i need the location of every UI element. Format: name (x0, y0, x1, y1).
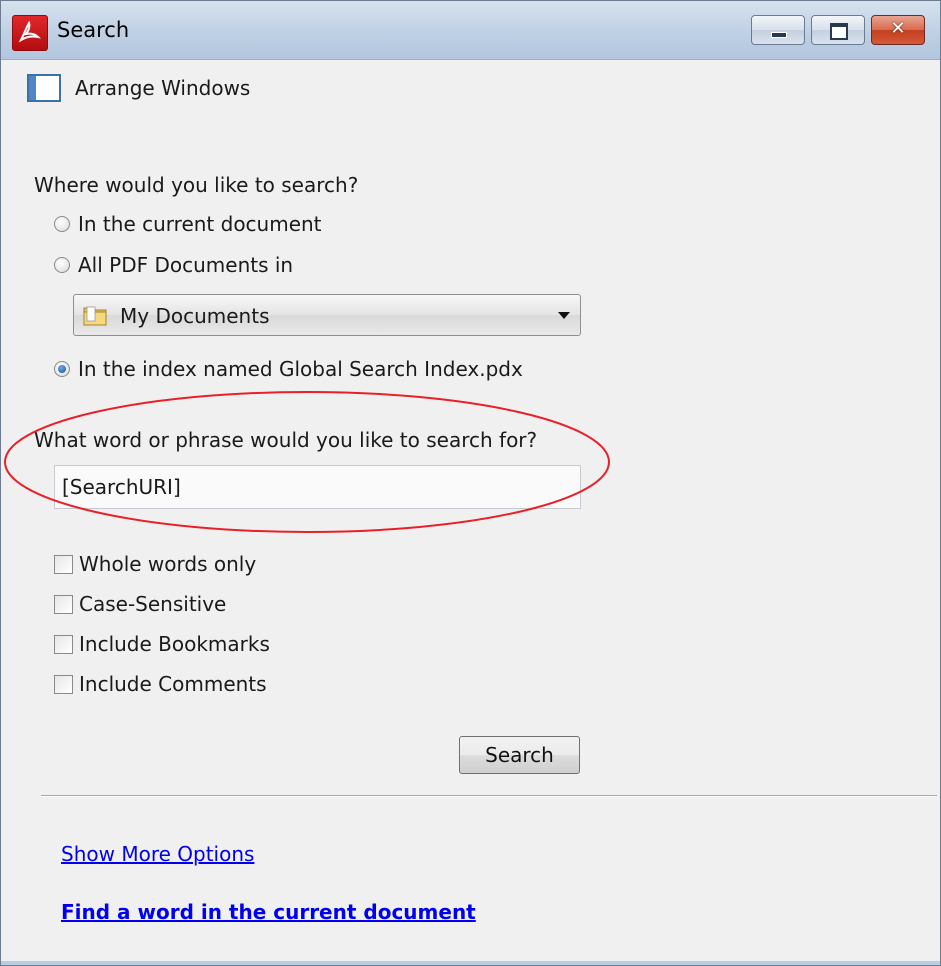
checkbox-label: Include Bookmarks (79, 632, 270, 656)
radio-index[interactable]: In the index named Global Search Index.p… (54, 357, 523, 381)
window-bottom-border (1, 961, 940, 965)
folder-dropdown[interactable]: My Documents (73, 294, 581, 336)
checkbox-label: Case-Sensitive (79, 592, 227, 616)
radio-label: All PDF Documents in (78, 253, 294, 277)
checkbox[interactable] (54, 594, 73, 614)
title-bar[interactable]: Search ✕ (1, 1, 940, 60)
search-button[interactable]: Search (459, 736, 580, 774)
phrase-question: What word or phrase would you like to se… (34, 428, 538, 452)
checkbox[interactable] (54, 554, 73, 574)
radio-label: In the current document (78, 212, 322, 236)
radio-all-pdf-documents[interactable]: All PDF Documents in (54, 253, 293, 277)
radio-current-document[interactable]: In the current document (54, 212, 322, 236)
radio-label: In the index named Global Search Index.p… (78, 357, 523, 381)
radio-button[interactable] (54, 216, 70, 232)
acrobat-icon (12, 15, 48, 51)
show-more-options-link[interactable]: Show More Options (61, 842, 254, 866)
where-question: Where would you like to search? (34, 173, 359, 197)
checkbox-include-comments[interactable]: Include Comments (54, 672, 267, 696)
find-word-link[interactable]: Find a word in the current document (61, 900, 476, 924)
arrange-windows-button[interactable]: Arrange Windows (27, 72, 250, 104)
minimize-icon (752, 16, 804, 44)
radio-button-selected[interactable] (54, 361, 70, 377)
divider (41, 795, 937, 797)
radio-button[interactable] (54, 257, 70, 273)
window-title: Search (57, 18, 130, 42)
chevron-down-icon[interactable] (558, 312, 570, 319)
search-window: Search ✕ Arrange Windows Where would you… (0, 0, 941, 966)
maximize-button[interactable] (811, 15, 865, 45)
checkbox[interactable] (54, 634, 73, 654)
checkbox-case-sensitive[interactable]: Case-Sensitive (54, 592, 226, 616)
arrange-windows-label: Arrange Windows (75, 76, 251, 100)
close-button[interactable]: ✕ (871, 15, 925, 45)
dropdown-value: My Documents (120, 304, 270, 328)
checkbox-label: Whole words only (79, 552, 257, 576)
arrange-windows-icon (27, 74, 61, 102)
checkbox[interactable] (54, 674, 73, 694)
checkbox-label: Include Comments (79, 672, 267, 696)
checkbox-whole-words[interactable]: Whole words only (54, 552, 256, 576)
search-phrase-input[interactable] (54, 465, 581, 509)
folder-icon (83, 306, 107, 326)
minimize-button[interactable] (751, 15, 805, 45)
search-panel: Arrange Windows Where would you like to … (1, 60, 940, 965)
close-icon: ✕ (890, 18, 906, 39)
maximize-icon (812, 16, 864, 44)
checkbox-include-bookmarks[interactable]: Include Bookmarks (54, 632, 270, 656)
